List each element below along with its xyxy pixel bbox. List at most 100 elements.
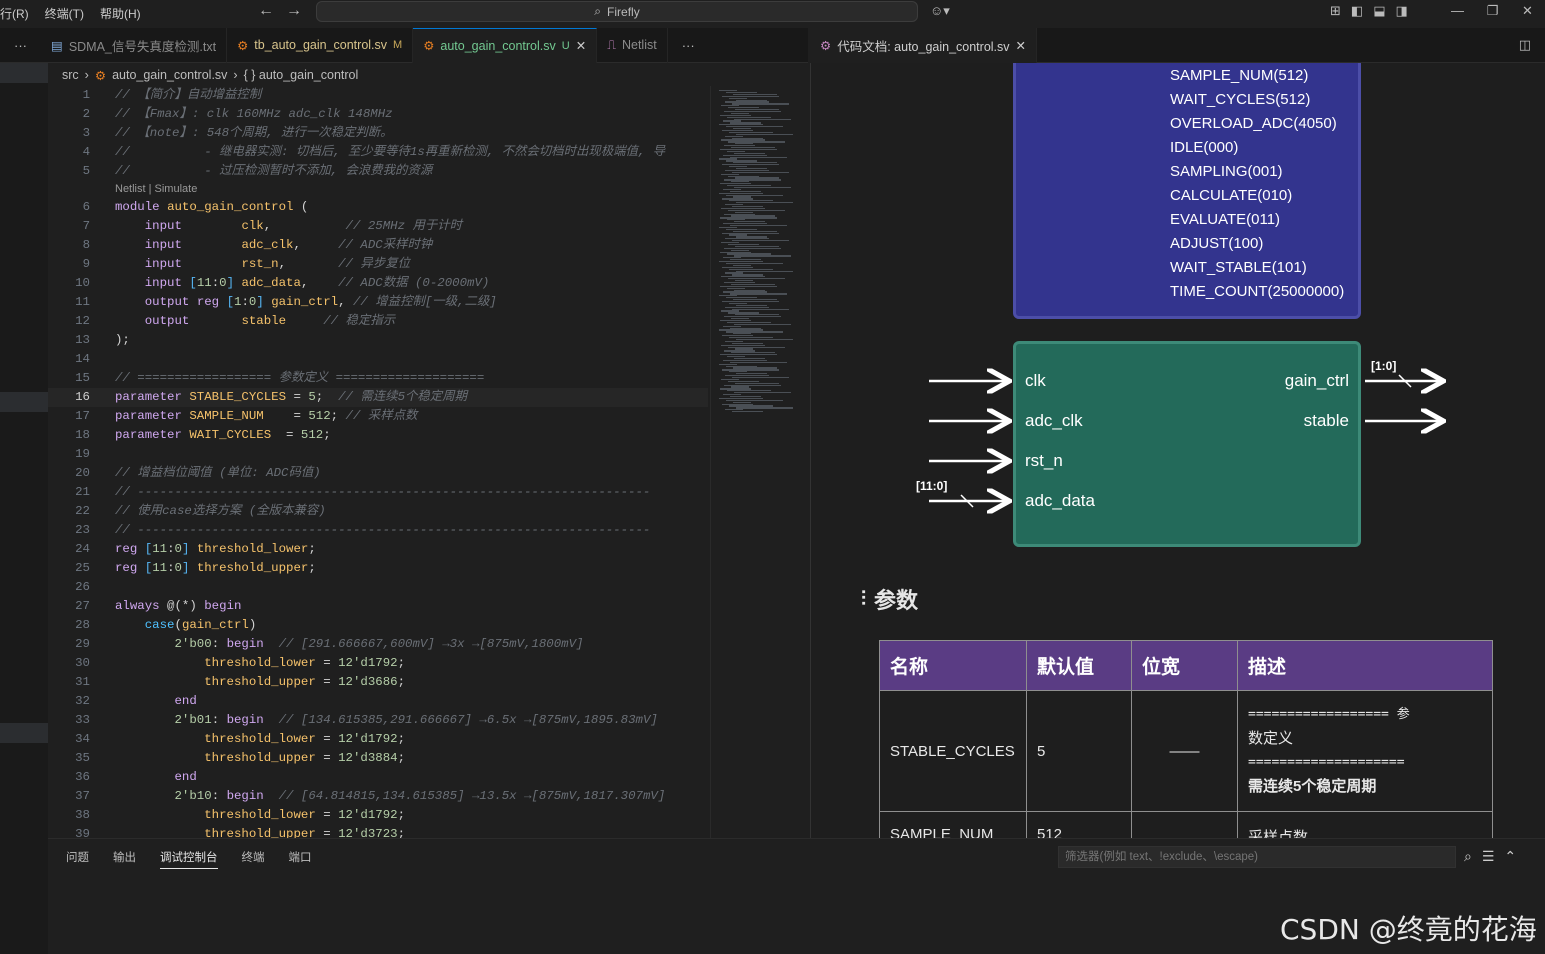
code-line[interactable]: 25 reg [11:0] threshold_upper; — [48, 559, 708, 578]
chevron-up-icon[interactable]: ⌃ — [1504, 848, 1516, 865]
minimap-line — [732, 411, 763, 413]
code-editor[interactable]: 1 // 【简介】自动增益控制 2 // 【Fmax】: clk 160MHz adc… — [48, 86, 708, 838]
line-number: 4 — [82, 145, 90, 159]
customize-layout-icon[interactable]: ⊞ — [1330, 3, 1341, 19]
menu-item-help[interactable]: 帮助(H) — [92, 5, 149, 22]
back-arrow-icon[interactable]: ← — [258, 2, 274, 20]
search-icon[interactable]: ⌕ — [1464, 848, 1472, 865]
menu-item-terminal[interactable]: 终端(T) — [37, 5, 92, 22]
code-line[interactable]: 17 parameter SAMPLE_NUM = 512; // 采样点数 — [48, 407, 708, 426]
breadcrumb-folder[interactable]: src — [62, 68, 79, 82]
tab-sdma-txt[interactable]: ▤ SDMA_信号失真度检测.txt — [41, 27, 228, 63]
code-line[interactable]: 19 — [48, 445, 708, 464]
code-line[interactable]: 1 // 【简介】自动增益控制 — [48, 86, 708, 105]
menu-item-run[interactable]: 行(R) — [0, 5, 37, 22]
code-line[interactable]: 35 threshold_upper = 12'd3884; — [48, 749, 708, 768]
search-icon: ⌕ — [594, 4, 602, 18]
code-text: threshold_lower = 12'd1792; — [204, 656, 406, 670]
tab-terminal[interactable]: 终端 — [242, 849, 265, 869]
close-window-icon[interactable]: ✕ — [1510, 0, 1545, 22]
code-line[interactable]: 27 always @(*) begin — [48, 597, 708, 616]
minimap-line — [734, 118, 791, 120]
code-line[interactable]: 3 // 【note】: 548个周期, 进行一次稳定判断。 — [48, 124, 708, 143]
list-icon[interactable]: ☰ — [1482, 848, 1495, 865]
line-number: 38 — [75, 808, 90, 822]
code-line[interactable]: 5 // - 过压检测暂时不添加, 会浪费我的资源 — [48, 162, 708, 181]
toggle-secondary-sidebar-icon[interactable]: ◨ — [1396, 3, 1408, 19]
tab-netlist[interactable]: ⎍ Netlist — [597, 27, 668, 63]
code-line[interactable]: 13); — [48, 331, 708, 350]
code-line[interactable]: 22 // 使用case选择方案 (全版本兼容) — [48, 502, 708, 521]
code-line[interactable]: 37 2'b10: begin // [64.814815,134.615385… — [48, 787, 708, 806]
command-center[interactable]: ⌕ Firefly — [316, 1, 918, 22]
code-line[interactable]: 39 threshold_upper = 12'd3723; — [48, 825, 708, 838]
code-line[interactable]: 36 end — [48, 768, 708, 787]
code-line[interactable]: 32 end — [48, 692, 708, 711]
code-line[interactable]: 33 2'b01: begin // [134.615385,291.66666… — [48, 711, 708, 730]
tab-output[interactable]: 输出 — [113, 849, 136, 869]
code-line[interactable]: 11 output reg [1:0] gain_ctrl, // 增益控制[一… — [48, 293, 708, 312]
code-line[interactable]: 20 // 增益档位阈值 (单位: ADC码值) — [48, 464, 708, 483]
minimize-icon[interactable]: — — [1440, 0, 1475, 22]
filter-input[interactable] — [1058, 846, 1456, 868]
tab-auto-gain-control[interactable]: ⚙ auto_gain_control.sv U ✕ — [413, 27, 598, 63]
minimap-line — [732, 240, 789, 242]
gutter-highlight — [0, 723, 48, 743]
sliders-icon: ⫶ — [861, 587, 866, 610]
code-line[interactable]: 26 — [48, 578, 708, 597]
code-line[interactable]: 9 input rst_n, // 异步复位 — [48, 255, 708, 274]
code-line[interactable]: 6 module auto_gain_control ( — [48, 198, 708, 217]
panel-actions: ⌕ ☰ ⌃ — [1464, 848, 1516, 865]
tab-debug-console[interactable]: 调试控制台 — [160, 849, 218, 869]
code-line[interactable]: 12 output stable // 稳定指示 — [48, 312, 708, 331]
tab-tb-auto-gain[interactable]: ⚙ tb_auto_gain_control.sv M — [227, 27, 414, 63]
split-editor-icon[interactable]: ◫ — [1519, 37, 1531, 53]
code-text: output reg [1:0] gain_ctrl, // 增益控制[一级,二… — [144, 295, 497, 309]
code-line[interactable]: 34 threshold_lower = 12'd1792; — [48, 730, 708, 749]
code-line[interactable]: 31 threshold_upper = 12'd3686; — [48, 673, 708, 692]
copilot-icon[interactable]: ☺▾ — [930, 3, 950, 19]
code-text: end — [174, 694, 197, 708]
code-line[interactable]: 8 input adc_clk, // ADC采样时钟 — [48, 236, 708, 255]
code-line[interactable]: 30 threshold_lower = 12'd1792; — [48, 654, 708, 673]
code-line[interactable]: 38 threshold_lower = 12'd1792; — [48, 806, 708, 825]
close-tab-icon[interactable]: ✕ — [576, 38, 586, 53]
toggle-panel-icon[interactable]: ⬓ — [1373, 3, 1385, 19]
params-heading: ⫶ 参数 — [861, 583, 918, 615]
code-line[interactable]: 23 // -----------------------------------… — [48, 521, 708, 540]
code-line[interactable]: 21 // -----------------------------------… — [48, 483, 708, 502]
code-line[interactable]: 16 parameter STABLE_CYCLES = 5; // 需连续5个稳… — [48, 388, 708, 407]
code-line[interactable]: 14 — [48, 350, 708, 369]
toggle-primary-sidebar-icon[interactable]: ◧ — [1351, 3, 1363, 19]
code-line[interactable]: 28 case(gain_ctrl) — [48, 616, 708, 635]
restore-icon[interactable]: ❐ — [1475, 0, 1510, 22]
modified-badge: M — [393, 39, 403, 51]
code-line[interactable]: 2 // 【Fmax】: clk 160MHz adc_clk 148MHz — [48, 105, 708, 124]
minimap-line — [734, 255, 791, 257]
tab-ports[interactable]: 端口 — [289, 849, 312, 869]
breadcrumb-file[interactable]: auto_gain_control.sv — [112, 68, 227, 82]
code-line[interactable]: 4 // - 继电器实测: 切档后, 至少要等待1s再重新检测, 不然会切档时出现… — [48, 143, 708, 162]
line-number: 29 — [75, 637, 90, 651]
minimap[interactable] — [710, 86, 808, 838]
code-text: parameter STABLE_CYCLES = 5; // 需连续5个稳定周… — [115, 390, 467, 404]
forward-arrow-icon[interactable]: → — [286, 2, 302, 20]
breadcrumb-symbol[interactable]: { } auto_gain_control — [244, 68, 359, 82]
code-line[interactable]: 18 parameter WAIT_CYCLES = 512; — [48, 426, 708, 445]
more-actions-icon[interactable]: ··· — [0, 38, 41, 53]
tab-code-doc[interactable]: ⚙ 代码文档: auto_gain_control.sv ✕ — [810, 27, 1038, 63]
code-line[interactable]: 29 2'b00: begin // [291.666667,600mV] →3… — [48, 635, 708, 654]
module-box: clk adc_clk rst_n adc_data gain_ctrl sta… — [1013, 341, 1361, 547]
more-tab-actions-icon[interactable]: ··· — [668, 38, 709, 53]
chevron-right-icon: › — [84, 68, 89, 82]
code-line[interactable]: 15 // ================== 参数定义 ===========… — [48, 369, 708, 388]
codelens[interactable]: Netlist | Simulate — [48, 181, 708, 198]
line-number: 11 — [75, 295, 90, 309]
code-line[interactable]: 24 reg [11:0] threshold_lower; — [48, 540, 708, 559]
close-tab-icon[interactable]: ✕ — [1016, 38, 1026, 53]
line-number: 39 — [75, 827, 90, 838]
code-line[interactable]: 10 input [11:0] adc_data, // ADC数据 (0-20… — [48, 274, 708, 293]
code-text: 2'b00: begin // [291.666667,600mV] →3x →… — [174, 637, 584, 651]
code-line[interactable]: 7 input clk, // 25MHz 用于计时 — [48, 217, 708, 236]
tab-problems[interactable]: 问题 — [66, 849, 89, 869]
